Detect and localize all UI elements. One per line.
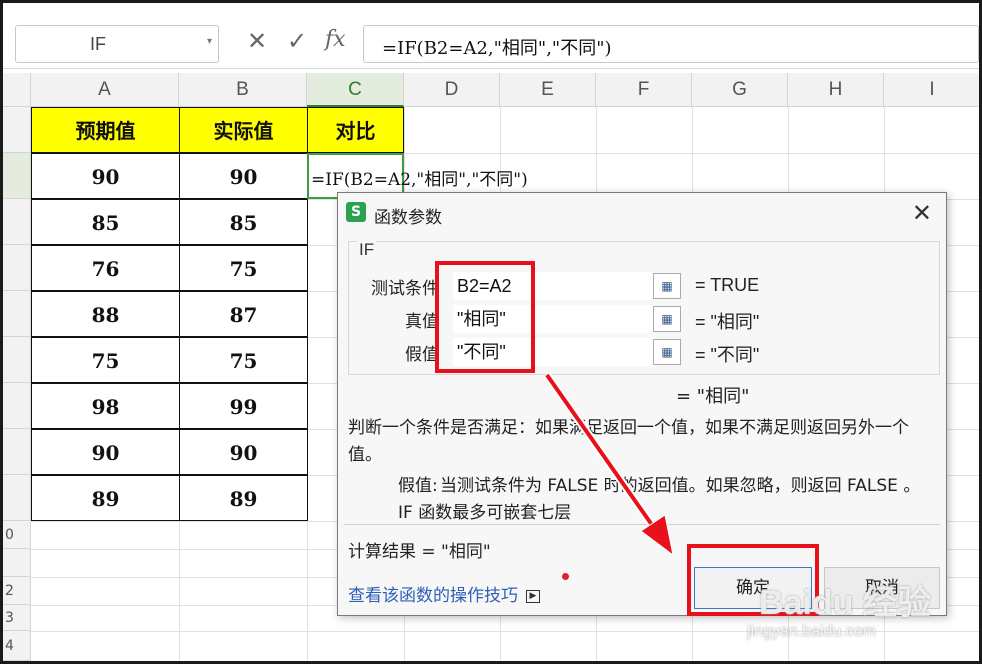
table-cell[interactable]: 85 xyxy=(31,199,180,245)
table-cell[interactable]: 87 xyxy=(179,291,308,337)
watermark-url: jingyan.baidu.com xyxy=(747,623,876,640)
arg-result-true: = "相同" xyxy=(695,312,760,332)
row-header[interactable] xyxy=(3,383,31,429)
highlight-box-arguments xyxy=(435,261,535,373)
table-cell[interactable]: 90 xyxy=(31,429,180,475)
row-header[interactable] xyxy=(3,337,31,383)
row-header[interactable] xyxy=(3,429,31,475)
row-header[interactable] xyxy=(3,107,31,153)
check-icon[interactable]: ✓ xyxy=(287,27,307,55)
table-cell[interactable]: 90 xyxy=(179,153,308,199)
select-all-corner[interactable] xyxy=(3,73,31,107)
red-dot-icon xyxy=(562,573,569,580)
table-header-actual[interactable]: 实际值 xyxy=(179,107,308,153)
column-header-i[interactable]: I xyxy=(884,73,979,107)
table-cell[interactable]: 85 xyxy=(179,199,308,245)
dialog-titlebar[interactable]: S 函数参数 ✕ xyxy=(338,193,946,233)
formula-text: =IF(B2=A2,"相同","不同") xyxy=(382,38,612,59)
table-cell[interactable]: 75 xyxy=(31,337,180,383)
table-cell[interactable]: 88 xyxy=(31,291,180,337)
table-cell[interactable]: 98 xyxy=(31,383,180,429)
annotation-arrow-icon xyxy=(543,372,674,557)
table-cell[interactable]: 99 xyxy=(179,383,308,429)
column-header-f[interactable]: F xyxy=(596,73,692,107)
table-cell[interactable]: 90 xyxy=(31,153,180,199)
help-link[interactable]: 查看该函数的操作技巧 ▶ xyxy=(348,581,540,606)
name-box[interactable]: IF ▾ xyxy=(15,25,219,63)
row-header[interactable] xyxy=(3,549,31,577)
table-header-expected[interactable]: 预期值 xyxy=(31,107,180,153)
column-header-a[interactable]: A xyxy=(31,73,179,107)
column-header-c[interactable]: C xyxy=(307,73,404,107)
table-cell[interactable]: 75 xyxy=(179,337,308,383)
arg-result-false: = "不同" xyxy=(695,345,760,365)
range-select-icon[interactable]: ▦ xyxy=(653,306,681,332)
parameter-description-label: 假值: xyxy=(398,476,438,496)
column-header-e[interactable]: E xyxy=(500,73,596,107)
name-box-value: IF xyxy=(90,34,106,54)
row-header[interactable] xyxy=(3,199,31,245)
arg-label-condition: 测试条件 xyxy=(371,279,439,299)
watermark-brand: Baidu 经验 xyxy=(759,584,931,622)
column-header-h[interactable]: H xyxy=(788,73,884,107)
table-cell[interactable]: 76 xyxy=(31,245,180,291)
play-icon[interactable]: ▶ xyxy=(526,589,540,603)
range-select-icon[interactable]: ▦ xyxy=(653,273,681,299)
close-icon[interactable]: ✕ xyxy=(247,27,267,55)
column-header-d[interactable]: D xyxy=(404,73,500,107)
dialog-title: 函数参数 xyxy=(374,208,442,228)
cell-edit-text: =IF(B2=A2,"相同","不同") xyxy=(311,170,528,190)
arg-label-true: 真值 xyxy=(405,312,439,332)
table-header-compare[interactable]: 对比 xyxy=(307,107,404,153)
row-header[interactable]: 4 xyxy=(3,631,31,661)
function-name: IF xyxy=(357,240,377,260)
fx-icon[interactable]: fx xyxy=(325,27,346,52)
row-header[interactable] xyxy=(3,245,31,291)
arg-result-condition: = TRUE xyxy=(695,275,760,295)
wps-logo-icon: S xyxy=(346,202,366,222)
arg-label-false: 假值 xyxy=(405,345,439,365)
row-header[interactable]: 0 xyxy=(3,521,31,549)
table-cell[interactable]: 89 xyxy=(179,475,308,521)
range-select-icon[interactable]: ▦ xyxy=(653,339,681,365)
screenshot-frame: IF ▾ ✕ ✓ fx =IF(B2=A2,"相同","不同") A B C D… xyxy=(0,0,982,664)
calculation-result: 计算结果 = "相同" xyxy=(348,542,491,562)
row-header[interactable]: 3 xyxy=(3,605,31,631)
table-cell[interactable]: 75 xyxy=(179,245,308,291)
row-header[interactable] xyxy=(3,475,31,521)
row-header[interactable] xyxy=(3,153,31,199)
column-header-g[interactable]: G xyxy=(692,73,788,107)
help-link-text[interactable]: 查看该函数的操作技巧 xyxy=(348,586,518,606)
formula-bar: IF ▾ ✕ ✓ fx =IF(B2=A2,"相同","不同") xyxy=(3,3,979,69)
table-cell[interactable]: 89 xyxy=(31,475,180,521)
column-header-b[interactable]: B xyxy=(179,73,307,107)
close-icon[interactable]: ✕ xyxy=(912,199,932,227)
table-cell[interactable]: 90 xyxy=(179,429,308,475)
chevron-down-icon[interactable]: ▾ xyxy=(207,36,212,47)
formula-input[interactable]: =IF(B2=A2,"相同","不同") xyxy=(363,25,979,63)
row-header[interactable] xyxy=(3,291,31,337)
row-header[interactable]: 2 xyxy=(3,577,31,605)
